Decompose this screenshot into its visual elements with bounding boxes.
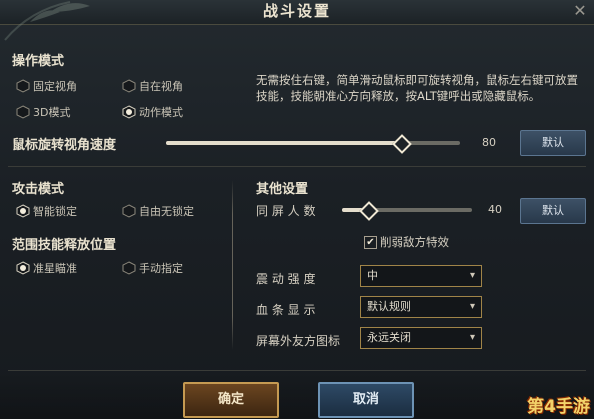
shake-value: 中 — [367, 269, 378, 282]
confirm-button[interactable]: 确定 — [183, 382, 279, 418]
radio-label: 自在视角 — [139, 80, 183, 93]
radio-label: 固定视角 — [33, 80, 77, 93]
same-screen-default-button[interactable]: 默认 — [520, 198, 586, 224]
radio-label: 动作模式 — [139, 106, 183, 119]
same-screen-value: 40 — [488, 203, 502, 216]
window-title: 战斗设置 — [262, 2, 331, 20]
radio-hex-icon — [122, 261, 136, 275]
aoe-position-title: 范围技能释放位置 — [12, 238, 117, 253]
mouse-speed-label: 鼠标旋转视角速度 — [12, 138, 117, 153]
hp-bar-value: 默认规则 — [367, 300, 411, 313]
radio-free-no-lock[interactable]: 自由无锁定 — [122, 203, 194, 219]
radio-hex-icon — [16, 79, 30, 93]
close-icon: ✕ — [573, 1, 587, 20]
radio-selected-icon — [16, 204, 30, 218]
checkmark-icon: ✔ — [366, 237, 375, 248]
settings-window: 战斗设置 ✕ 操作模式 固定视角 自在视角 3D模式 动作模式 无需按住右键，简… — [0, 0, 594, 419]
chevron-down-icon: ▾ — [469, 270, 475, 281]
radio-label: 3D模式 — [33, 106, 71, 119]
cancel-button[interactable]: 取消 — [318, 382, 414, 418]
divider — [8, 166, 586, 167]
radio-selected-icon — [122, 105, 136, 119]
divider — [8, 370, 586, 371]
radio-free-view[interactable]: 自在视角 — [122, 78, 183, 94]
mode-description: 无需按住右键，简单滑动鼠标即可旋转视角，鼠标左右键可放置技能，技能朝准心方向释放… — [256, 73, 578, 103]
offscreen-icon-select[interactable]: 永远关闭 ▾ — [360, 327, 482, 349]
radio-crosshair-aim[interactable]: 准星瞄准 — [16, 260, 77, 276]
hp-bar-select[interactable]: 默认规则 ▾ — [360, 296, 482, 318]
same-screen-slider[interactable] — [342, 201, 472, 221]
mouse-speed-value: 80 — [482, 136, 496, 149]
column-divider — [232, 180, 233, 350]
other-settings-title: 其他设置 — [256, 182, 309, 197]
footer-band — [0, 372, 594, 419]
slider-fill — [166, 141, 401, 145]
shake-select[interactable]: 中 ▾ — [360, 265, 482, 287]
same-screen-label: 同 屏 人 数 — [256, 204, 316, 218]
offscreen-icon-label: 屏幕外友方图标 — [256, 334, 341, 348]
attack-mode-title: 攻击模式 — [12, 182, 65, 197]
weaken-effects-checkbox[interactable]: ✔ — [364, 236, 377, 249]
operation-mode-title: 操作模式 — [12, 54, 65, 69]
close-button[interactable]: ✕ — [570, 1, 590, 21]
radio-label: 智能锁定 — [33, 205, 77, 218]
radio-label: 自由无锁定 — [139, 205, 194, 218]
radio-label: 手动指定 — [139, 262, 183, 275]
mouse-speed-slider[interactable] — [166, 134, 460, 154]
weaken-effects-label: 削弱敌方特效 — [380, 235, 449, 249]
hp-bar-label: 血 条 显 示 — [256, 303, 316, 317]
radio-hex-icon — [122, 79, 136, 93]
radio-action-mode[interactable]: 动作模式 — [122, 104, 183, 120]
slider-handle[interactable] — [359, 201, 379, 221]
slider-handle[interactable] — [392, 134, 412, 154]
shake-label: 震 动 强 度 — [256, 272, 316, 286]
radio-fixed-view[interactable]: 固定视角 — [16, 78, 77, 94]
radio-3d-mode[interactable]: 3D模式 — [16, 104, 70, 120]
chevron-down-icon: ▾ — [469, 301, 475, 312]
radio-label: 准星瞄准 — [33, 262, 77, 275]
radio-manual-target[interactable]: 手动指定 — [122, 260, 183, 276]
offscreen-icon-value: 永远关闭 — [367, 331, 411, 344]
radio-hex-icon — [122, 204, 136, 218]
chevron-down-icon: ▾ — [469, 332, 475, 343]
radio-hex-icon — [16, 105, 30, 119]
radio-selected-icon — [16, 261, 30, 275]
radio-smart-lock[interactable]: 智能锁定 — [16, 203, 77, 219]
watermark-logo: 第4手游 — [527, 397, 590, 417]
mouse-speed-default-button[interactable]: 默认 — [520, 130, 586, 156]
